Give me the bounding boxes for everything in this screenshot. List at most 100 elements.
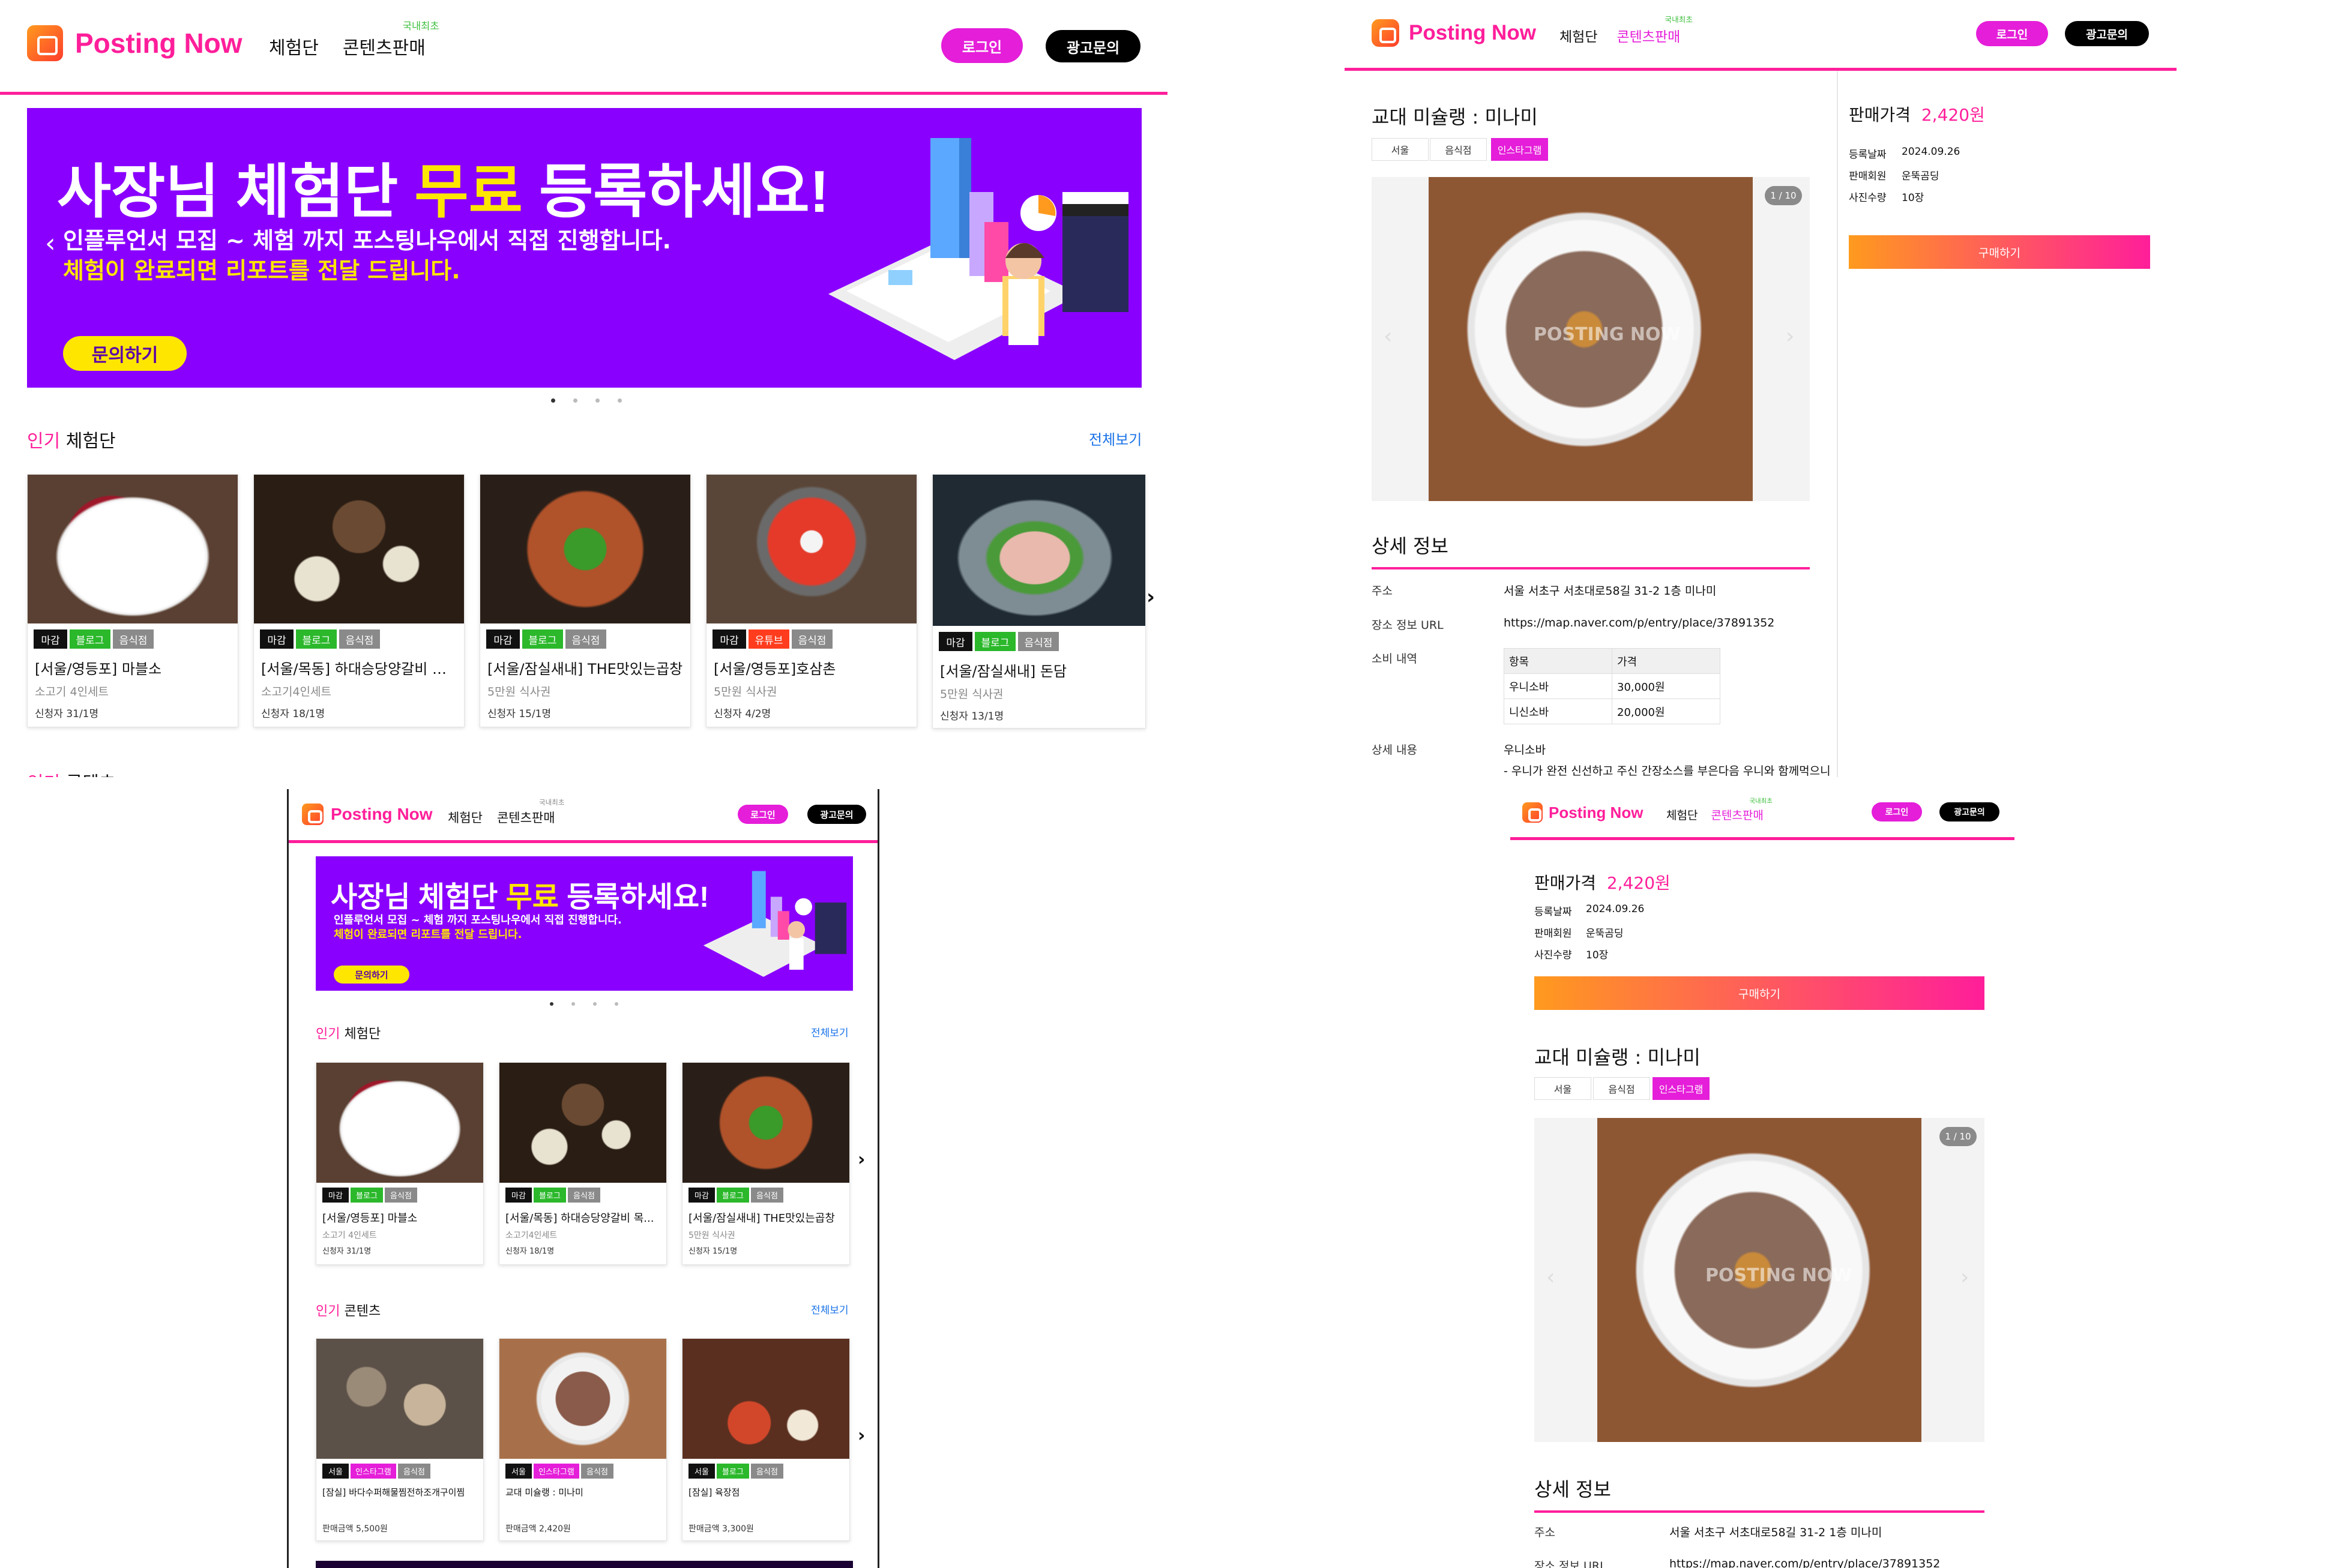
trial-card-list: 마감 블로그 음식점 [서울/영등포] 마블소 소고기 4인세트 신청자 31/1명… bbox=[27, 474, 1146, 728]
card-tags: 마감 블로그 음식점 bbox=[486, 629, 690, 649]
camera-icon bbox=[1372, 19, 1399, 47]
popular-trial-heading: 인기 체험단 bbox=[27, 431, 116, 452]
ad-inquiry-button[interactable]: 광고문의 bbox=[2065, 21, 2149, 46]
brand-logo[interactable]: Posting Now bbox=[1372, 19, 1536, 47]
nav-content[interactable]: 콘텐츠판매 국내최초 bbox=[1616, 15, 1693, 46]
card-tags: 마감 블로그 음식점 bbox=[322, 1188, 483, 1203]
nav-trial[interactable]: 체험단 bbox=[1559, 25, 1597, 46]
banner-title: 사장님 체험단 무료 등록하세요! bbox=[331, 882, 710, 913]
trial-card[interactable]: 마감 블로그 음식점 [서울/목동] 하대승당양갈비 목... 소고기4인세트 신청… bbox=[499, 1062, 667, 1265]
detail-info-heading: 상세 정보 bbox=[1534, 1474, 1984, 1513]
hero-banner[interactable]: 사장님 체험단 무료 등록하세요! 인플루언서 모집 ~ 체험 까지 포스팅나우… bbox=[316, 856, 853, 991]
card-price: 판매금액 3,300원 bbox=[688, 1524, 754, 1534]
brand-logo[interactable]: Posting Now bbox=[27, 25, 243, 61]
nav-content[interactable]: 콘텐츠판매 국내최초 bbox=[1711, 798, 1772, 823]
trial-card[interactable]: 마감 블로그 음식점 [서울/잠실새내] THE맛있는곱창 5만원 식사권 신청자 … bbox=[682, 1062, 850, 1265]
card-title: [서울/영등포] 마블소 bbox=[35, 661, 162, 677]
chip-platform: 인스타그램 bbox=[1653, 1077, 1710, 1100]
chip-category: 음식점 bbox=[1430, 138, 1487, 161]
address-row: 주소 서울 서초구 서초대로58길 31-2 1층 미나미 bbox=[1534, 1526, 1882, 1539]
next-arrow-icon[interactable]: › bbox=[1146, 585, 1155, 609]
nav-trial[interactable]: 체험단 bbox=[448, 808, 483, 826]
trial-card[interactable]: 마감 유튜브 음식점 [서울/영등포]호삼촌 5만원 식사권 신청자 4/2명 bbox=[706, 474, 917, 727]
popular-trial-more-link[interactable]: 전체보기 bbox=[811, 1024, 849, 1039]
trial-card[interactable]: 마감 블로그 음식점 [서울/영등포] 마블소 소고기 4인세트 신청자 31/1명 bbox=[27, 474, 238, 727]
login-button[interactable]: 로그인 bbox=[941, 28, 1023, 63]
ad-inquiry-button[interactable]: 광고문의 bbox=[807, 805, 866, 824]
trial-card[interactable]: 마감 블로그 음식점 [서울/영등포] 마블소 소고기 4인세트 신청자 31/1명 bbox=[316, 1062, 484, 1265]
buy-button[interactable]: 구매하기 bbox=[1534, 976, 1984, 1010]
place-url-link[interactable]: https://map.naver.com/p/entry/place/3789… bbox=[1669, 1557, 1940, 1568]
card-price: 판매금액 2,420원 bbox=[505, 1524, 571, 1534]
card-image bbox=[28, 475, 238, 623]
card-applicants: 신청자 15/1명 bbox=[487, 708, 552, 720]
card-title: [서울/잠실새내] THE맛있는곱창 bbox=[487, 661, 683, 677]
card-tags: 서울 블로그 음식점 bbox=[688, 1464, 849, 1479]
trial-card[interactable]: 마감 블로그 음식점 [서울/목동] 하대승당양갈비 목... 소고기4인세트 신청… bbox=[253, 474, 465, 727]
gallery-prev-arrow[interactable]: ‹ bbox=[1384, 324, 1392, 349]
banner-illustration bbox=[828, 138, 1128, 360]
nav-content[interactable]: 콘텐츠판매 국내최초 bbox=[497, 798, 565, 826]
hero-banner[interactable]: 사장님 체험단 무료 등록하세요! 인플루언서 모집 ~ 체험 까지 포스팅나우… bbox=[27, 108, 1142, 388]
brand-logo[interactable]: Posting Now bbox=[1522, 802, 1643, 823]
card-tags: 마감 블로그 음식점 bbox=[688, 1188, 849, 1203]
chip-region: 서울 bbox=[1372, 138, 1429, 161]
inquiry-button[interactable]: 문의하기 bbox=[334, 966, 409, 984]
card-subtitle: 소고기 4인세트 bbox=[35, 685, 109, 698]
photo-watermark: POSTING NOW bbox=[1534, 324, 1681, 345]
card-applicants: 신청자 4/2명 bbox=[714, 708, 771, 720]
price: 판매가격 2,420원 bbox=[1849, 105, 1985, 125]
nav-trial[interactable]: 체험단 bbox=[269, 33, 319, 59]
gallery-prev-arrow[interactable]: ‹ bbox=[1546, 1265, 1555, 1290]
next-arrow-icon[interactable]: › bbox=[858, 1149, 865, 1170]
ad-inquiry-button[interactable]: 광고문의 bbox=[1046, 30, 1140, 62]
login-button[interactable]: 로그인 bbox=[1976, 21, 2048, 46]
sale-meta: 등록날짜 2024.09.26 판매회원 운뚝곰딩 사진수량 10장 bbox=[1534, 903, 1645, 961]
card-title: [잠실] 육장점 bbox=[688, 1487, 740, 1498]
card-tags: 마감 블로그 음식점 bbox=[260, 629, 464, 649]
image-gallery[interactable]: POSTING NOW 1 / 10 ‹ › bbox=[1372, 177, 1810, 501]
banner-pagination[interactable] bbox=[551, 398, 622, 403]
card-image bbox=[682, 1063, 849, 1183]
inquiry-button[interactable]: 문의하기 bbox=[63, 336, 187, 371]
buy-button[interactable]: 구매하기 bbox=[1849, 235, 2150, 269]
next-arrow-icon[interactable]: › bbox=[858, 1425, 865, 1446]
content-card[interactable]: 서울 인스타그램 음식점 교대 미슐랭 : 미나미 판매금액 2,420원 bbox=[499, 1338, 667, 1541]
gallery-counter: 1 / 10 bbox=[1939, 1127, 1977, 1146]
content-card[interactable]: 서울 블로그 음식점 [잠실] 육장점 판매금액 3,300원 bbox=[682, 1338, 850, 1541]
popular-content-heading-cut: 인기 콘텐츠 bbox=[27, 768, 116, 777]
trial-card[interactable]: 마감 블로그 음식점 [서울/잠실새내] 돈담 5만원 식사권 신청자 13/1명 bbox=[932, 474, 1146, 728]
spend-row: 소비 내역 bbox=[1372, 652, 1417, 665]
login-button[interactable]: 로그인 bbox=[738, 805, 788, 824]
place-url-row: 장소 정보 URL https://map.naver.com/p/entry/p… bbox=[1372, 616, 1775, 632]
gallery-next-arrow[interactable]: › bbox=[1960, 1265, 1969, 1290]
login-button[interactable]: 로그인 bbox=[1872, 802, 1922, 822]
price: 판매가격 2,420원 bbox=[1534, 873, 1671, 893]
banner-line-2: 체험이 완료되면 리포트를 전달 드립니다. bbox=[63, 257, 460, 284]
popular-trial-more-link[interactable]: 전체보기 bbox=[1089, 428, 1142, 449]
card-image bbox=[499, 1339, 666, 1459]
place-url-link[interactable]: https://map.naver.com/p/entry/place/3789… bbox=[1504, 616, 1774, 632]
trial-card[interactable]: 마감 블로그 음식점 [서울/잠실새내] THE맛있는곱창 5만원 식사권 신청자 … bbox=[480, 474, 691, 727]
brand-name: Posting Now bbox=[1549, 803, 1644, 822]
nav-content[interactable]: 콘텐츠판매 국내최초 bbox=[343, 20, 439, 59]
detail-info-heading: 상세 정보 bbox=[1372, 531, 1810, 569]
banner-line-2: 체험이 완료되면 리포트를 전달 드립니다. bbox=[334, 928, 522, 941]
banner-pagination[interactable] bbox=[550, 1002, 618, 1006]
card-title: [서울/잠실새내] 돈담 bbox=[940, 663, 1067, 680]
banner-prev-arrow[interactable]: ‹ bbox=[45, 228, 56, 259]
sale-meta: 등록날짜 2024.09.26 판매회원 운뚝곰딩 사진수량 10장 bbox=[1849, 146, 1960, 204]
ad-inquiry-button[interactable]: 광고문의 bbox=[1939, 802, 1999, 822]
nav-trial[interactable]: 체험단 bbox=[1666, 807, 1698, 823]
nav-badge: 국내최초 bbox=[402, 20, 439, 32]
card-title: [서울/영등포] 마블소 bbox=[322, 1212, 418, 1225]
nav-badge: 국내최초 bbox=[538, 798, 565, 807]
gallery-next-arrow[interactable]: › bbox=[1786, 324, 1794, 349]
popular-content-more-link[interactable]: 전체보기 bbox=[811, 1302, 849, 1317]
card-applicants: 신청자 31/1명 bbox=[322, 1247, 372, 1256]
card-applicants: 신청자 18/1명 bbox=[261, 708, 325, 720]
image-gallery[interactable]: POSTING NOW 1 / 10 ‹ › bbox=[1534, 1118, 1984, 1442]
brand-logo[interactable]: Posting Now bbox=[302, 804, 433, 825]
content-card[interactable]: 서울 인스타그램 음식점 [잠실] 바다수퍼해물찜전하조개구이찜 판매금액 5,50… bbox=[316, 1338, 484, 1541]
site-header: Posting Now 체험단 콘텐츠판매 국내최초 로그인 광고문의 bbox=[1510, 789, 2014, 840]
